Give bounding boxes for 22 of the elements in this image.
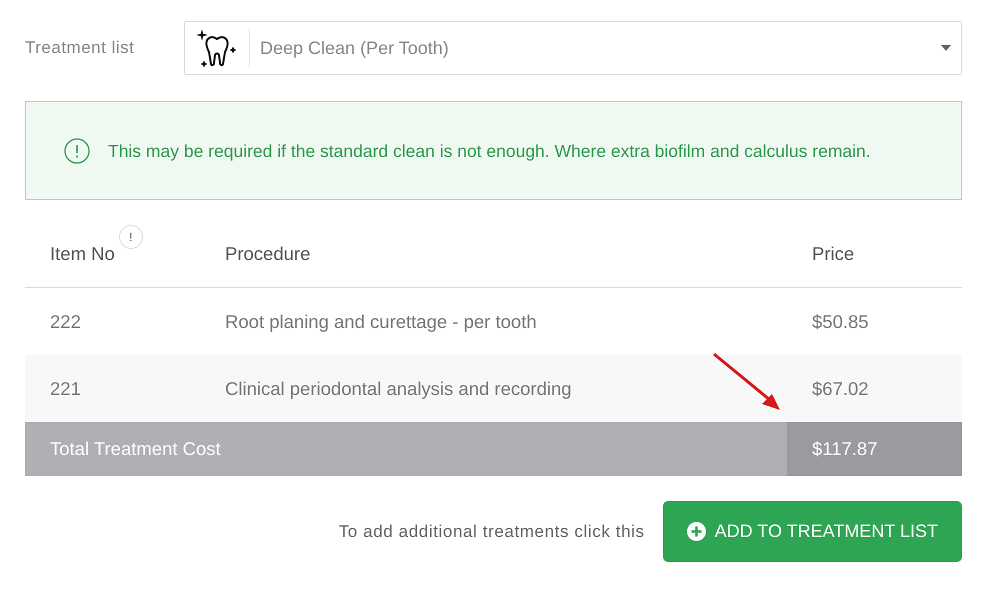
total-price: $117.87 bbox=[787, 422, 962, 476]
column-header: Item No bbox=[50, 242, 115, 264]
table-cell: Root planing and curettage - per tooth bbox=[225, 288, 787, 355]
total-label: Total Treatment Cost bbox=[25, 422, 787, 476]
column-header: Price bbox=[787, 220, 962, 288]
table-cell: 222 bbox=[25, 288, 225, 355]
table-cell: 221 bbox=[25, 355, 225, 422]
info-icon[interactable]: ! bbox=[118, 224, 143, 248]
exclamation-icon bbox=[64, 138, 90, 164]
plus-icon bbox=[686, 522, 706, 541]
table-cell: $67.02 bbox=[787, 355, 962, 422]
treatment-select[interactable]: Deep Clean (Per Tooth) bbox=[184, 21, 962, 75]
notice-text: This may be required if the standard clean is not enough. Where extra biofilm and calculus remain. bbox=[108, 140, 871, 163]
field-label: Treatment list bbox=[25, 38, 136, 58]
add-to-treatment-list-button[interactable]: ADD TO TREATMENT LIST bbox=[662, 501, 962, 562]
column-header: Procedure bbox=[225, 220, 787, 288]
hint-text: To add additional treatments click this bbox=[338, 522, 645, 542]
table-cell: Clinical periodontal analysis and recording bbox=[225, 355, 787, 422]
table-cell: $50.85 bbox=[787, 288, 962, 355]
annotation-arrow bbox=[710, 350, 782, 412]
tooth-icon bbox=[196, 27, 238, 69]
caret-icon bbox=[941, 45, 951, 51]
